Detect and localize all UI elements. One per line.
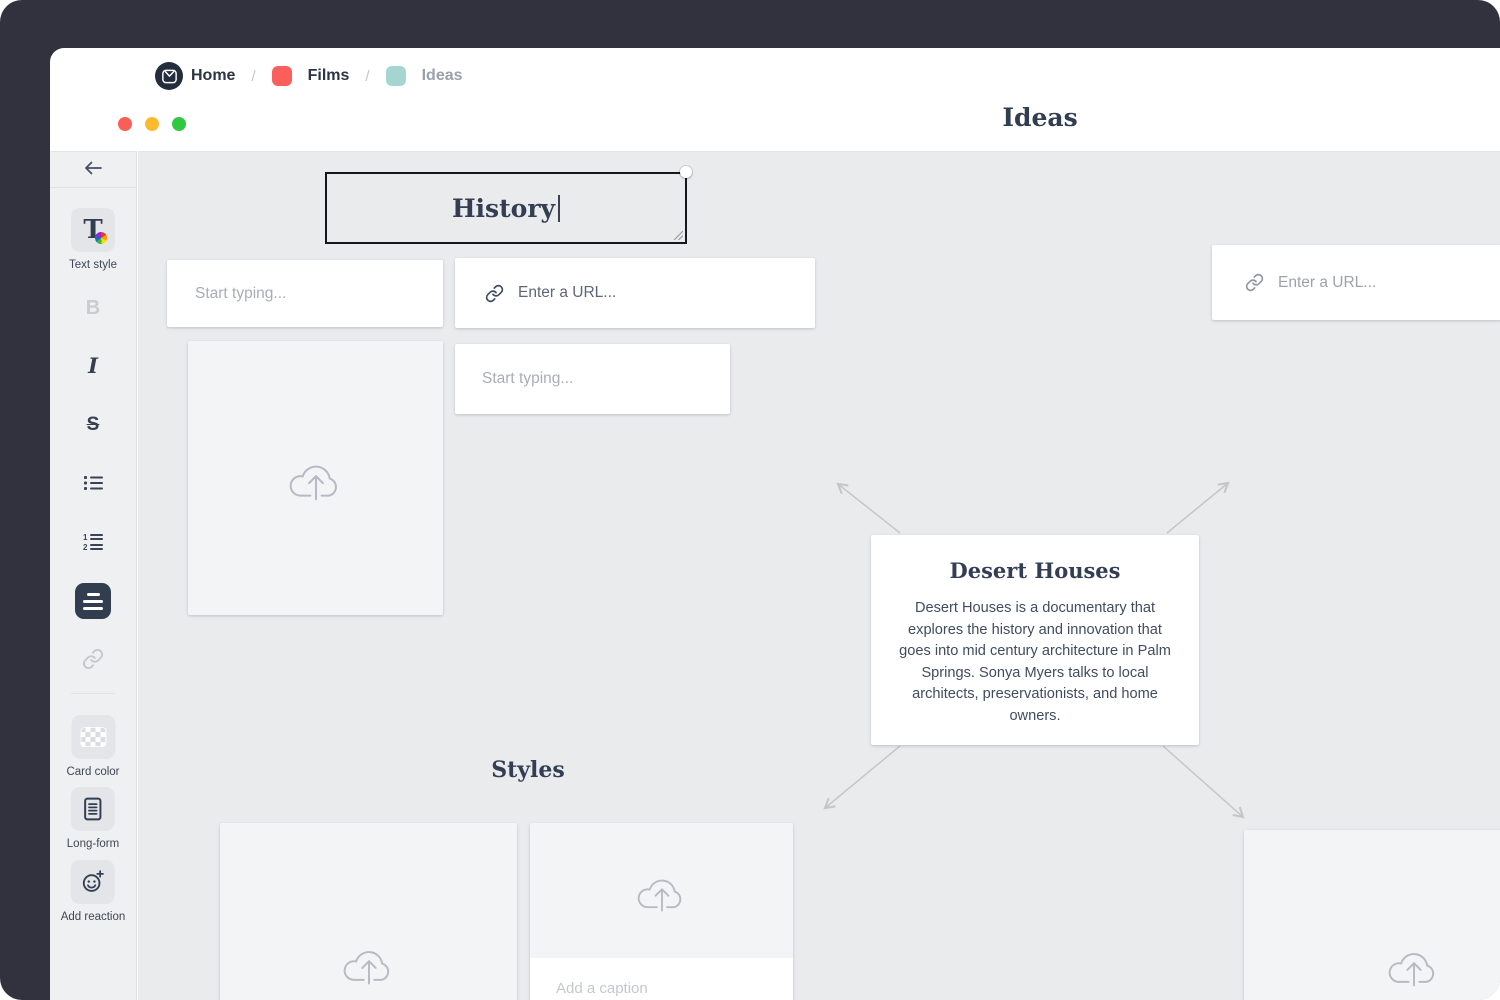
sidebar-divider	[50, 187, 136, 188]
collapse-sidebar-button[interactable]	[83, 160, 103, 176]
upload-cloud-icon	[634, 868, 690, 914]
text-card-empty-1[interactable]: Start typing...	[167, 260, 443, 327]
back-arrow-icon	[83, 160, 103, 176]
long-form-label: Long-form	[67, 838, 119, 850]
note-card-desert-houses[interactable]: Desert Houses Desert Houses is a documen…	[871, 535, 1199, 745]
breadcrumb-ideas-current: Ideas	[422, 67, 463, 85]
italic-button[interactable]: I	[88, 355, 98, 376]
text-cursor	[558, 195, 560, 222]
title-card-history-selected[interactable]: History	[325, 172, 687, 244]
bold-icon: B	[86, 298, 100, 318]
page-title: Ideas	[940, 103, 1140, 132]
numbered-list-icon: 1 2	[82, 532, 104, 552]
sidebar-divider	[71, 693, 115, 694]
window-minimize-button[interactable]	[145, 117, 159, 131]
link-button-disabled[interactable]	[82, 648, 104, 670]
add-reaction-icon	[81, 870, 105, 894]
strikethrough-button[interactable]: S	[87, 415, 100, 434]
text-card-empty-2[interactable]: Start typing...	[455, 344, 730, 414]
long-form-icon	[82, 797, 104, 821]
milanote-logo-icon	[161, 68, 178, 85]
card-color-label: Card color	[66, 766, 119, 778]
milanote-logo[interactable]	[155, 62, 183, 90]
caption-placeholder: Add a caption	[556, 980, 648, 997]
card-color-button[interactable]: Card color	[66, 715, 119, 778]
image-upload-card-2[interactable]	[220, 823, 517, 1000]
window-zoom-button[interactable]	[172, 117, 186, 131]
breadcrumb: Home / Films / Ideas	[191, 66, 463, 86]
link-icon	[485, 284, 504, 303]
add-reaction-button[interactable]: Add reaction	[61, 860, 126, 923]
breadcrumb-films[interactable]: Films	[308, 67, 350, 85]
numbered-list-button[interactable]: 1 2	[82, 532, 104, 552]
link-card-placeholder: Enter a URL...	[518, 284, 616, 302]
strikethrough-icon: S	[87, 415, 100, 434]
caption-field[interactable]: Add a caption	[530, 958, 793, 1000]
films-board-icon	[272, 66, 292, 86]
text-style-label: Text style	[69, 259, 117, 271]
svg-text:2: 2	[83, 543, 88, 552]
resize-handle-icon[interactable]	[673, 230, 683, 240]
desert-houses-body: Desert Houses is a documentary that expl…	[871, 598, 1199, 728]
image-upload-card-1[interactable]	[188, 341, 443, 615]
desert-houses-title: Desert Houses	[871, 558, 1199, 583]
card-color-icon	[80, 727, 106, 747]
title-card-styles[interactable]: Styles	[458, 757, 598, 783]
link-icon	[82, 648, 104, 670]
svg-text:1: 1	[83, 533, 88, 542]
paragraph-icon	[75, 583, 111, 619]
upload-cloud-icon	[340, 939, 398, 987]
breadcrumb-separator: /	[251, 68, 255, 85]
bullet-list-icon	[82, 474, 104, 492]
italic-icon: I	[88, 355, 98, 376]
long-form-button[interactable]: Long-form	[67, 787, 119, 850]
link-card-placeholder: Enter a URL...	[1278, 274, 1376, 292]
link-card-empty-2[interactable]: Enter a URL...	[1212, 245, 1500, 320]
image-upload-area[interactable]	[530, 823, 793, 958]
ideas-board-icon	[386, 66, 406, 86]
upload-cloud-icon	[286, 453, 346, 503]
breadcrumb-home[interactable]: Home	[191, 67, 235, 85]
connector-handle[interactable]	[680, 166, 692, 178]
text-card-placeholder: Start typing...	[195, 285, 286, 303]
text-card-tool-active[interactable]	[75, 583, 111, 619]
bold-button[interactable]: B	[86, 298, 100, 318]
bullet-list-button[interactable]	[82, 474, 104, 492]
desktop-background: Home / Films / Ideas Ideas T Text style …	[0, 0, 1500, 1000]
image-card-with-caption[interactable]: Add a caption	[530, 823, 793, 1000]
link-icon	[1245, 273, 1264, 292]
link-card-empty-1[interactable]: Enter a URL...	[455, 258, 815, 328]
image-upload-card-3[interactable]	[1244, 830, 1500, 1000]
breadcrumb-separator: /	[365, 68, 369, 85]
text-style-button[interactable]: T Text style	[69, 208, 117, 271]
color-wheel-icon	[95, 232, 107, 244]
history-title-text: History	[452, 194, 555, 223]
window-close-button[interactable]	[118, 117, 132, 131]
text-card-placeholder: Start typing...	[482, 370, 573, 388]
upload-cloud-icon	[1385, 941, 1443, 989]
toolbar-sidebar: T Text style B I S 1	[50, 151, 137, 1000]
add-reaction-label: Add reaction	[61, 911, 126, 923]
